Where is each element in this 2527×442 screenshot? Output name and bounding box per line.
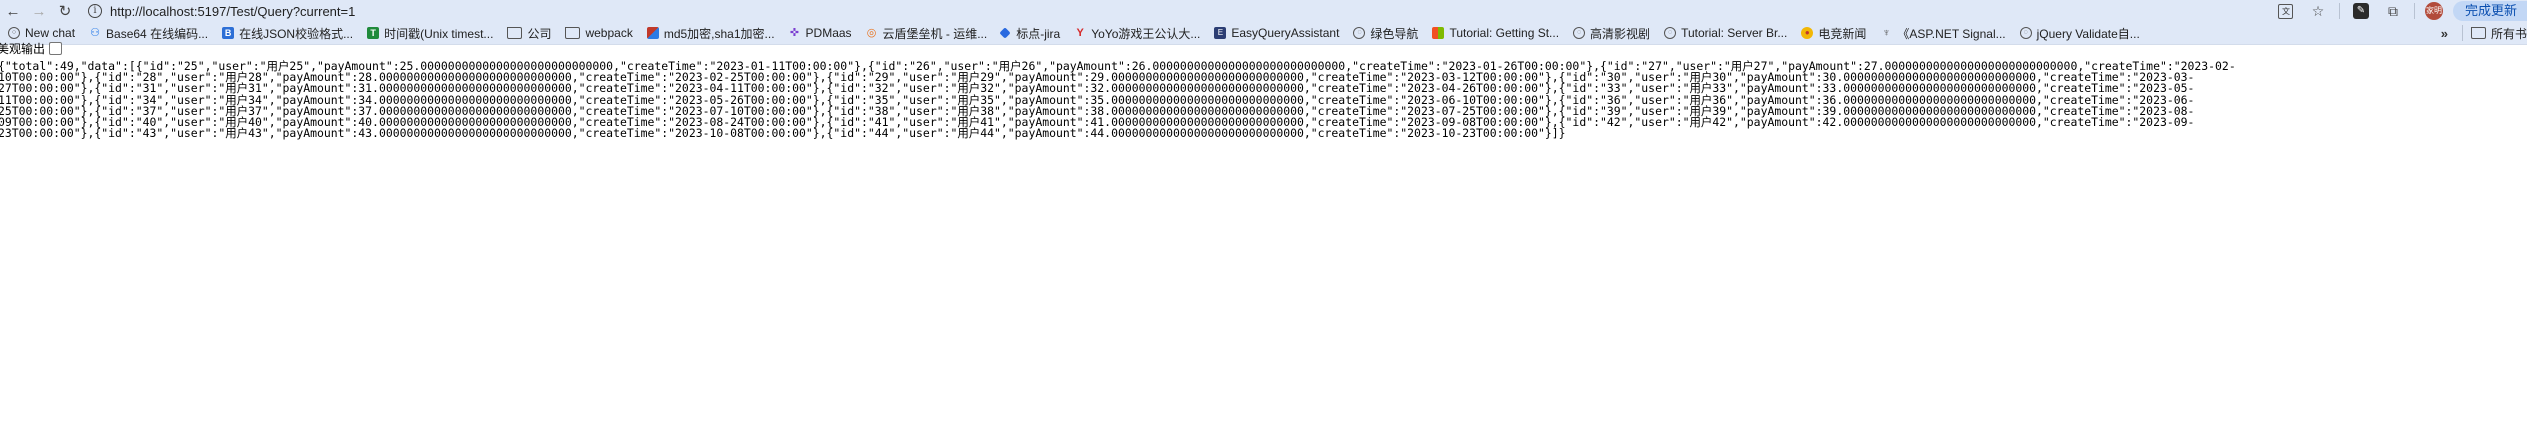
easyquery-icon: E: [1214, 27, 1227, 39]
profile-avatar[interactable]: 家明: [2424, 2, 2443, 20]
update-button[interactable]: 完成更新: [2452, 1, 2527, 21]
globe-icon: ◌: [1664, 27, 1677, 39]
bookmark-item[interactable]: md5加密,sha1加密...: [646, 25, 775, 42]
bookmark-label: YoYo游戏王公认大...: [1091, 26, 1201, 41]
jira-icon: [999, 27, 1011, 39]
bookmark-item[interactable]: ♆ 《ASP.NET Signal...: [1880, 25, 2005, 42]
toolbar-divider: [2413, 3, 2415, 19]
cloud-icon: ◎: [866, 27, 877, 39]
toolbar-actions: 文 ☆ ✎ ⧉ 家明 完成更新: [2275, 0, 2527, 22]
bookmark-item[interactable]: B 在线JSON校验格式...: [222, 25, 353, 42]
asp-icon: ♆: [1882, 27, 1891, 39]
site-info-icon[interactable]: i: [88, 4, 102, 18]
bookmark-item[interactable]: ◌ Tutorial: Server Br...: [1664, 26, 1787, 40]
bookmark-item[interactable]: ◌ jQuery Validate自...: [2019, 25, 2140, 42]
bookmark-label: md5加密,sha1加密...: [663, 26, 775, 41]
yoyo-icon: Y: [1076, 27, 1084, 39]
bookmarks-list: ○ New chat ⚇ Base64 在线编码... B 在线JSON校验格式...…: [0, 25, 2154, 42]
folder-icon: [2470, 27, 2486, 39]
chevron-right-icon[interactable]: »: [2441, 26, 2448, 41]
bookmark-star-icon[interactable]: ☆: [2307, 2, 2329, 20]
bookmark-folder[interactable]: 公司: [507, 25, 551, 42]
back-arrow-icon[interactable]: ←: [0, 1, 26, 21]
bookmark-item[interactable]: 标点-jira: [999, 25, 1061, 42]
timestamp-icon: T: [367, 27, 380, 39]
bookmark-label: 标点-jira: [1016, 26, 1061, 41]
pdmaas-icon: ✜: [789, 27, 800, 39]
bookmark-label: 云盾堡垒机 - 运维...: [882, 26, 988, 41]
film-icon: ◌: [1573, 27, 1586, 39]
pretty-print-checkbox[interactable]: [49, 41, 63, 55]
globe-icon: ◌: [2019, 27, 2032, 39]
reload-icon[interactable]: ↻: [52, 1, 78, 21]
base64-icon: ⚇: [90, 27, 100, 39]
chat-icon: ○: [8, 27, 20, 39]
microsoft-icon: [1432, 27, 1445, 39]
pretty-print-row: 美观输出: [0, 41, 63, 56]
bookmark-item[interactable]: ● 电竞新闻: [1801, 25, 1866, 42]
globe-icon: ◌: [1353, 27, 1366, 39]
bookmark-item[interactable]: ⚇ Base64 在线编码...: [89, 25, 208, 42]
bookmark-label: 《ASP.NET Signal...: [1897, 26, 2006, 41]
extensions-puzzle-icon[interactable]: ⧉: [2382, 2, 2404, 20]
bookmark-item[interactable]: ✜ PDMaas: [789, 26, 852, 40]
bookmark-label: 时间戳(Unix timest...: [384, 26, 494, 41]
json-line: 23T00:00:00"},{"id":"43","user":"用户43","…: [0, 126, 1566, 141]
bookmark-item[interactable]: ◎ 云盾堡垒机 - 运维...: [866, 25, 988, 42]
bookmark-label: New chat: [25, 26, 76, 40]
folder-icon: [565, 27, 581, 39]
bookmark-item[interactable]: T 时间戳(Unix timest...: [367, 25, 493, 42]
bookmark-item[interactable]: ◌ 绿色导航: [1353, 25, 1418, 42]
bookmark-label: 高清影视剧: [1590, 26, 1651, 41]
bookmark-item[interactable]: ○ New chat: [8, 26, 75, 40]
bookmark-label: EasyQueryAssistant: [1231, 26, 1340, 40]
bookmarks-overflow: » 所有书: [2434, 22, 2527, 44]
news-icon: ●: [1801, 27, 1814, 39]
bookmark-item[interactable]: ◌ 高清影视剧: [1573, 25, 1650, 42]
bookmark-label: PDMaas: [805, 26, 852, 40]
bookmark-folder[interactable]: webpack: [565, 26, 633, 40]
address-bar[interactable]: http://localhost:5197/Test/Query?current…: [110, 4, 355, 19]
bookmark-label: 在线JSON校验格式...: [239, 26, 354, 41]
pretty-print-label: 美观输出: [0, 41, 46, 56]
bookmark-label: 电竞新闻: [1818, 26, 1867, 41]
toolbar-divider: [2338, 3, 2340, 19]
bookmark-label: webpack: [585, 26, 633, 40]
bookmarks-bar: ○ New chat ⚇ Base64 在线编码... B 在线JSON校验格式...…: [0, 22, 2527, 45]
bookmark-item[interactable]: Y YoYo游戏王公认大...: [1074, 25, 1201, 42]
all-bookmarks-label: 所有书: [2490, 26, 2527, 41]
forward-arrow-icon[interactable]: →: [26, 1, 52, 21]
bookmarks-divider: [2461, 25, 2463, 41]
translate-icon[interactable]: 文: [2275, 2, 2297, 20]
md5-icon: [646, 27, 659, 39]
bookmark-item[interactable]: Tutorial: Getting St...: [1432, 26, 1559, 40]
bookmark-label: Tutorial: Getting St...: [1449, 26, 1560, 40]
bookmark-label: Tutorial: Server Br...: [1681, 26, 1788, 40]
bookmark-label: jQuery Validate自...: [2036, 26, 2140, 41]
extension-icon[interactable]: ✎: [2350, 2, 2372, 20]
bookmark-label: 公司: [527, 26, 552, 41]
bookmark-item[interactable]: E EasyQueryAssistant: [1214, 26, 1339, 40]
json-response-body: {"total":49,"data":[{"id":"25","user":"用…: [0, 60, 2525, 141]
bookmark-label: 绿色导航: [1370, 26, 1419, 41]
bookmark-label: Base64 在线编码...: [106, 26, 209, 41]
browser-toolbar: ← → ↻ i http://localhost:5197/Test/Query…: [0, 0, 2527, 22]
all-bookmarks-folder[interactable]: 所有书: [2470, 25, 2527, 42]
folder-icon: [507, 27, 523, 39]
json-icon: B: [222, 27, 235, 39]
